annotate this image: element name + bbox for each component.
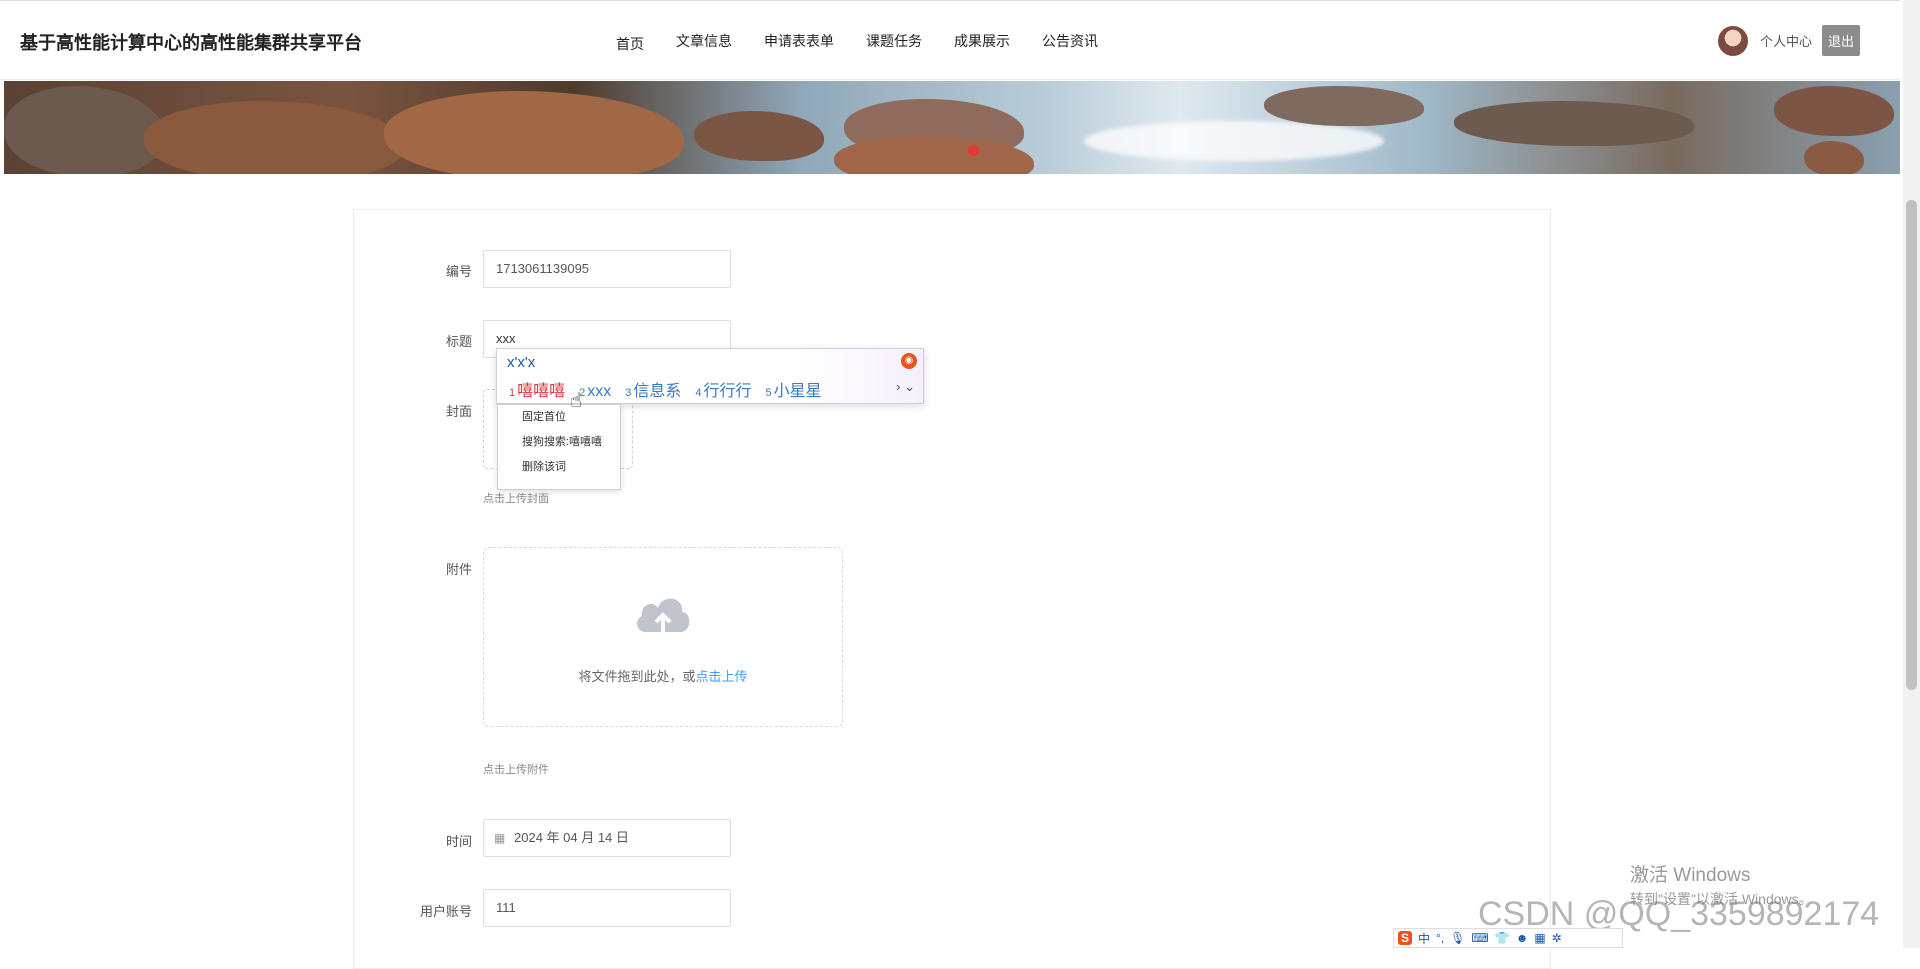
ime-candidate[interactable]: 3 信息系 — [625, 377, 681, 401]
banner-water — [1084, 121, 1384, 161]
calendar-icon: ▦ — [494, 831, 506, 845]
microphone-icon[interactable]: 🎙 — [1450, 931, 1465, 945]
banner-rock — [694, 111, 824, 161]
click-to-upload-link[interactable]: 点击上传 — [696, 669, 748, 684]
emoji-icon[interactable]: ☻ — [1516, 931, 1529, 945]
attachment-label: 附件 — [445, 562, 472, 577]
dropzone-instruction: 将文件拖到此处，或 — [578, 669, 696, 684]
user-area: 个人中心 退出 — [1717, 25, 1860, 56]
id-label: 编号 — [445, 264, 472, 279]
nav-announcements[interactable]: 公告资讯 — [1026, 31, 1114, 54]
nav-application-form[interactable]: 申请表表单 — [748, 31, 850, 54]
hand-cursor-icon: ☝ — [570, 390, 583, 412]
toolbox-icon[interactable]: ▦ — [1534, 931, 1545, 945]
attachment-upload-hint: 点击上传附件 — [483, 764, 549, 776]
banner-rock — [1804, 141, 1864, 174]
time-label: 时间 — [445, 834, 472, 849]
account-field[interactable]: 111 — [483, 889, 731, 927]
dropzone-text: 将文件拖到此处，或点击上传 — [484, 666, 842, 685]
ime-candidate[interactable]: 5 小星星 — [766, 377, 822, 401]
ime-next-page-icon[interactable]: › ⌄ — [896, 379, 915, 395]
logout-button[interactable]: 退出 — [1821, 25, 1860, 56]
ime-candidate-list: 1 嘻嘻嘻 2 xxx 3 信息系 4 行行行 5 小星星 — [509, 377, 836, 401]
cover-upload-hint: 点击上传封面 — [483, 493, 549, 505]
top-navbar: 基于高性能计算中心的高性能集群共享平台 首页 文章信息 申请表表单 课题任务 成… — [0, 0, 1900, 80]
nav-articles[interactable]: 文章信息 — [660, 31, 748, 54]
banner-carousel[interactable] — [4, 81, 1900, 174]
ime-mode-chinese[interactable]: 中 — [1418, 930, 1430, 947]
avatar[interactable] — [1717, 25, 1748, 56]
ctx-delete-word[interactable]: 删除该词 — [498, 455, 620, 480]
banner-rock — [1774, 86, 1894, 136]
cover-label: 封面 — [445, 404, 472, 419]
skin-icon[interactable]: 👕 — [1495, 931, 1510, 945]
id-field[interactable]: 1713061139095 — [483, 250, 731, 288]
punctuation-icon[interactable]: °, — [1436, 931, 1444, 945]
date-value: 2024 年 04 月 14 日 — [514, 830, 629, 845]
banner-rock — [4, 86, 164, 174]
banner-rock — [1264, 86, 1424, 126]
sogou-logo-icon[interactable]: ◉ — [901, 353, 917, 369]
cloud-upload-icon — [637, 598, 690, 634]
banner-rock — [144, 101, 404, 174]
ime-context-menu: 固定首位 搜狗搜索:嘻嘻嘻 删除该词 — [497, 404, 621, 490]
banner-rock — [1454, 101, 1694, 146]
sogou-s-icon[interactable]: S — [1398, 931, 1413, 945]
ctx-sogou-search[interactable]: 搜狗搜索:嘻嘻嘻 — [498, 430, 620, 455]
keyboard-icon[interactable]: ⌨ — [1471, 931, 1488, 945]
title-label: 标题 — [445, 334, 472, 349]
ime-candidate[interactable]: 4 行行行 — [695, 377, 751, 401]
nav-achievements[interactable]: 成果展示 — [938, 31, 1026, 54]
ime-candidate[interactable]: 1 嘻嘻嘻 — [509, 377, 565, 401]
ime-candidate-window: x'x'x ◉ 1 嘻嘻嘻 2 xxx 3 信息系 4 行行行 5 小星星 › ⌄ — [496, 348, 924, 404]
nav-home[interactable]: 首页 — [600, 31, 660, 54]
scrollbar-thumb[interactable] — [1906, 200, 1917, 690]
site-title: 基于高性能计算中心的高性能集群共享平台 — [20, 33, 362, 53]
main-nav: 首页 文章信息 申请表表单 课题任务 成果展示 公告资讯 — [600, 31, 1114, 54]
settings-icon[interactable]: ✲ — [1552, 931, 1562, 945]
carousel-indicator-dot[interactable] — [968, 145, 979, 156]
ime-status-toolbar[interactable]: S 中 °, 🎙 ⌨ 👕 ☻ ▦ ✲ — [1393, 928, 1623, 948]
page-scrollbar[interactable] — [1903, 0, 1920, 948]
ctx-pin-first[interactable]: 固定首位 — [498, 405, 620, 430]
windows-activation-title: 激活 Windows — [1630, 865, 1751, 886]
attachment-dropzone[interactable]: 将文件拖到此处，或点击上传 — [483, 547, 843, 727]
user-center-link[interactable]: 个人中心 — [1760, 31, 1812, 50]
banner-rock — [384, 91, 684, 174]
ime-candidate[interactable]: 2 xxx — [579, 383, 611, 401]
account-label: 用户账号 — [419, 904, 472, 919]
ime-composition: x'x'x — [507, 354, 536, 371]
date-picker[interactable]: ▦ 2024 年 04 月 14 日 — [483, 819, 731, 857]
nav-topic-tasks[interactable]: 课题任务 — [850, 31, 938, 54]
